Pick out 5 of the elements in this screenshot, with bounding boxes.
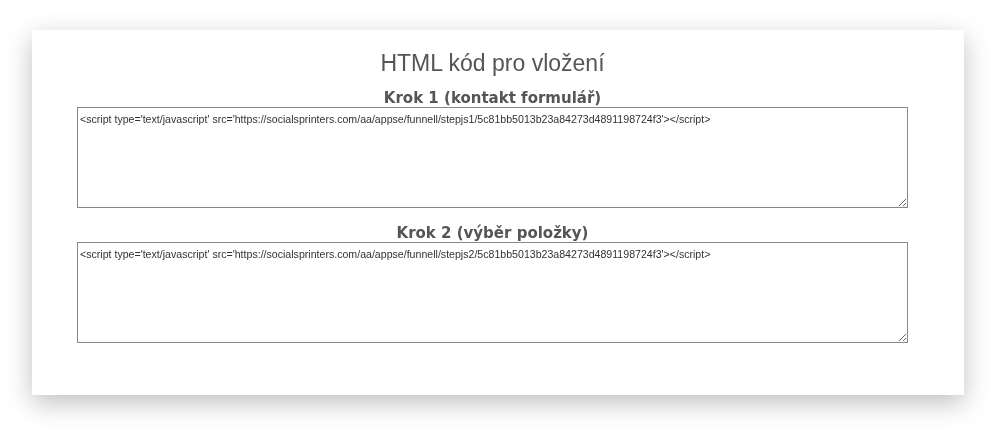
page-title: HTML kód pro vložení [379, 50, 606, 77]
code-textarea[interactable]: <script type='text/javascript' src='https://socialsprinters.com/aa/appse/funnell/stepjs2/5c81bb5013b23a84273d4891198724f3'></script> [77, 242, 908, 343]
step-label: Krok 2 (výběr položky) [395, 224, 590, 242]
step-label: Krok 1 (kontakt formulář) [382, 89, 603, 107]
code-textarea[interactable]: <script type='text/javascript' src='https://socialsprinters.com/aa/appse/funnell/stepjs1/5c81bb5013b23a84273d4891198724f3'></script> [77, 107, 908, 208]
